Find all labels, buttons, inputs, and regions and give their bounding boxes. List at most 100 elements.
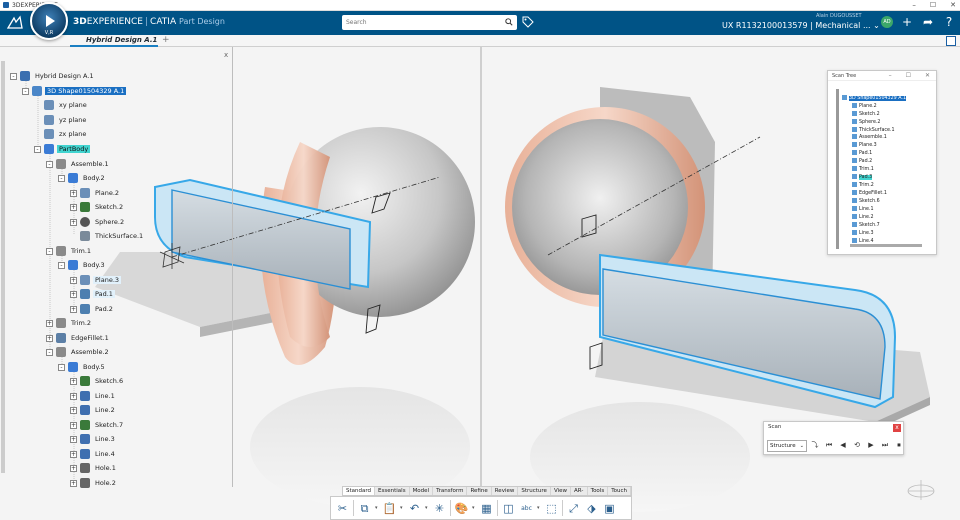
tree-node[interactable]: + Line.2	[70, 404, 117, 416]
tree-node[interactable]: - Assemble.1	[46, 158, 111, 170]
section-icon[interactable]: ◫	[501, 501, 516, 516]
tree-node[interactable]: zx plane	[34, 128, 88, 140]
chevron-down-icon[interactable]: ▾	[537, 505, 541, 511]
tree-node[interactable]: + Hole.1	[70, 462, 118, 474]
avatar[interactable]: AD	[881, 16, 893, 28]
help-icon[interactable]: ?	[942, 15, 956, 29]
tree-node[interactable]: + Line.3	[70, 433, 117, 445]
tab-model[interactable]: Model	[410, 487, 434, 495]
tree-node[interactable]: - Assemble.2	[46, 346, 111, 358]
scan-tree-item[interactable]: Pad.3	[852, 174, 873, 182]
refresh-icon[interactable]: ⟲	[852, 440, 862, 451]
scan-close-button[interactable]: x	[893, 424, 901, 432]
tree-node[interactable]: + EdgeFillet.1	[46, 332, 111, 344]
collapse-icon[interactable]: -	[46, 247, 53, 255]
scan-tree-item[interactable]: Trim.2	[852, 182, 874, 190]
collapse-icon[interactable]: -	[34, 145, 41, 153]
scan-tree-item[interactable]: Trim.1	[852, 166, 874, 174]
search-box[interactable]	[342, 15, 517, 30]
viewport-divider[interactable]	[480, 47, 482, 487]
scan-tree-item[interactable]: Line.2	[852, 214, 874, 222]
tree-node[interactable]: + Line.1	[70, 390, 117, 402]
expand-icon[interactable]: +	[70, 406, 77, 414]
collapse-icon[interactable]: -	[46, 160, 53, 168]
chevron-down-icon[interactable]: ▾	[375, 505, 379, 511]
scan-tree-item[interactable]: Line.3	[852, 230, 874, 238]
view-icon[interactable]: ⬚	[544, 501, 559, 516]
scan-tree-item[interactable]: 3D Shape01504329 A.1	[842, 95, 907, 103]
scan-tree-item[interactable]: Plane.3	[852, 142, 877, 150]
tree-node[interactable]: + Sketch.7	[70, 419, 125, 431]
scan-tree-item[interactable]: Pad.1	[852, 150, 872, 158]
search-input[interactable]	[342, 19, 492, 26]
chevron-down-icon[interactable]: ⌄	[873, 21, 880, 30]
minimize-button[interactable]: –	[912, 0, 916, 10]
tab-standard[interactable]: Standard	[343, 487, 376, 495]
tree-node[interactable]: - Body.3	[58, 259, 107, 271]
expand-icon[interactable]: +	[46, 334, 53, 342]
scan-tree-item[interactable]: EdgeFillet.1	[852, 190, 887, 198]
expand-icon[interactable]: +	[70, 218, 77, 226]
previous-icon[interactable]: ◀	[838, 440, 848, 451]
tree-node[interactable]: ThickSurface.1	[70, 230, 145, 242]
expand-icon[interactable]: +	[70, 203, 77, 211]
tree-node[interactable]: + Sphere.2	[70, 216, 126, 228]
tab-review[interactable]: Review	[492, 487, 519, 495]
add-icon[interactable]: +	[900, 15, 914, 29]
share-icon[interactable]: ➦	[921, 15, 935, 29]
tree-node[interactable]: + Trim.2	[46, 317, 93, 329]
scan-tree-item[interactable]: Sketch.7	[852, 222, 880, 230]
close-window-button[interactable]: ✕	[950, 0, 956, 10]
tree-node[interactable]: - Body.2	[58, 172, 107, 184]
tag-icon[interactable]	[522, 16, 534, 28]
annotation-icon[interactable]: abc	[519, 501, 534, 516]
compass-widget[interactable]: V,R	[30, 2, 68, 40]
tree-node[interactable]: - Body.5	[58, 361, 107, 373]
tree-node[interactable]: + Plane.3	[70, 274, 122, 286]
expand-icon[interactable]: +	[70, 377, 77, 385]
collapse-icon[interactable]: -	[46, 348, 53, 356]
appearance-icon[interactable]: 🎨	[454, 501, 469, 516]
expand-icon[interactable]: +	[70, 421, 77, 429]
expand-icon[interactable]: +	[46, 319, 53, 327]
tab-essentials[interactable]: Essentials	[375, 487, 410, 495]
chevron-down-icon[interactable]: ▾	[400, 505, 404, 511]
maximize-button[interactable]: ☐	[930, 0, 936, 10]
chevron-down-icon[interactable]: ▾	[425, 505, 429, 511]
expand-icon[interactable]: +	[70, 435, 77, 443]
maximize-button[interactable]: ☐	[906, 72, 911, 79]
expand-icon[interactable]: +	[70, 276, 77, 284]
action-bar[interactable]: Standard Essentials Model Transform Refine Re…	[330, 486, 632, 520]
tab-view[interactable]: View	[551, 487, 572, 495]
tree-node[interactable]: + Plane.2	[70, 187, 121, 199]
expand-icon[interactable]: +	[70, 305, 77, 313]
collapse-icon[interactable]: -	[58, 174, 65, 182]
scan-tree-scrollbar[interactable]	[836, 89, 839, 249]
3d-viewport[interactable]: x - Hybrid Design A.1 - 3D Shape01504329 A.…	[0, 47, 960, 520]
scan-tree-item[interactable]: Pad.2	[852, 158, 872, 166]
next-icon[interactable]: ▶	[866, 440, 876, 451]
tab-transform[interactable]: Transform	[433, 487, 468, 495]
scan-tree-item[interactable]: Plane.2	[852, 103, 877, 111]
tab-refine[interactable]: Refine	[467, 487, 492, 495]
tree-node[interactable]: - PartBody	[34, 143, 91, 155]
ds-logo-icon[interactable]	[6, 15, 24, 31]
robot-compass-icon[interactable]	[906, 478, 936, 502]
last-icon[interactable]: ⏭	[880, 440, 890, 451]
close-button[interactable]: ✕	[925, 72, 930, 79]
expand-icon[interactable]: +	[70, 464, 77, 472]
collapse-icon[interactable]: -	[22, 87, 29, 95]
collapse-icon[interactable]: -	[58, 261, 65, 269]
tree-node[interactable]: + Sketch.2	[70, 201, 125, 213]
paste-icon[interactable]: 📋	[382, 501, 397, 516]
tree-node[interactable]: + Sketch.6	[70, 375, 125, 387]
undo-icon[interactable]: ↶	[407, 501, 422, 516]
update-icon[interactable]: ✳	[432, 501, 447, 516]
scan-tree-panel[interactable]: Scan Tree – ☐ ✕ 3D Shape01504329 A.1 Plan…	[827, 70, 937, 255]
scan-tree-item[interactable]: Sketch.2	[852, 111, 880, 119]
expand-icon[interactable]: +	[70, 189, 77, 197]
cut-icon[interactable]: ✂	[335, 501, 350, 516]
tree-node[interactable]: - Hybrid Design A.1	[10, 70, 96, 82]
add-tab-button[interactable]: +	[162, 35, 170, 46]
scan-tree-item[interactable]: Line.4	[852, 238, 874, 246]
